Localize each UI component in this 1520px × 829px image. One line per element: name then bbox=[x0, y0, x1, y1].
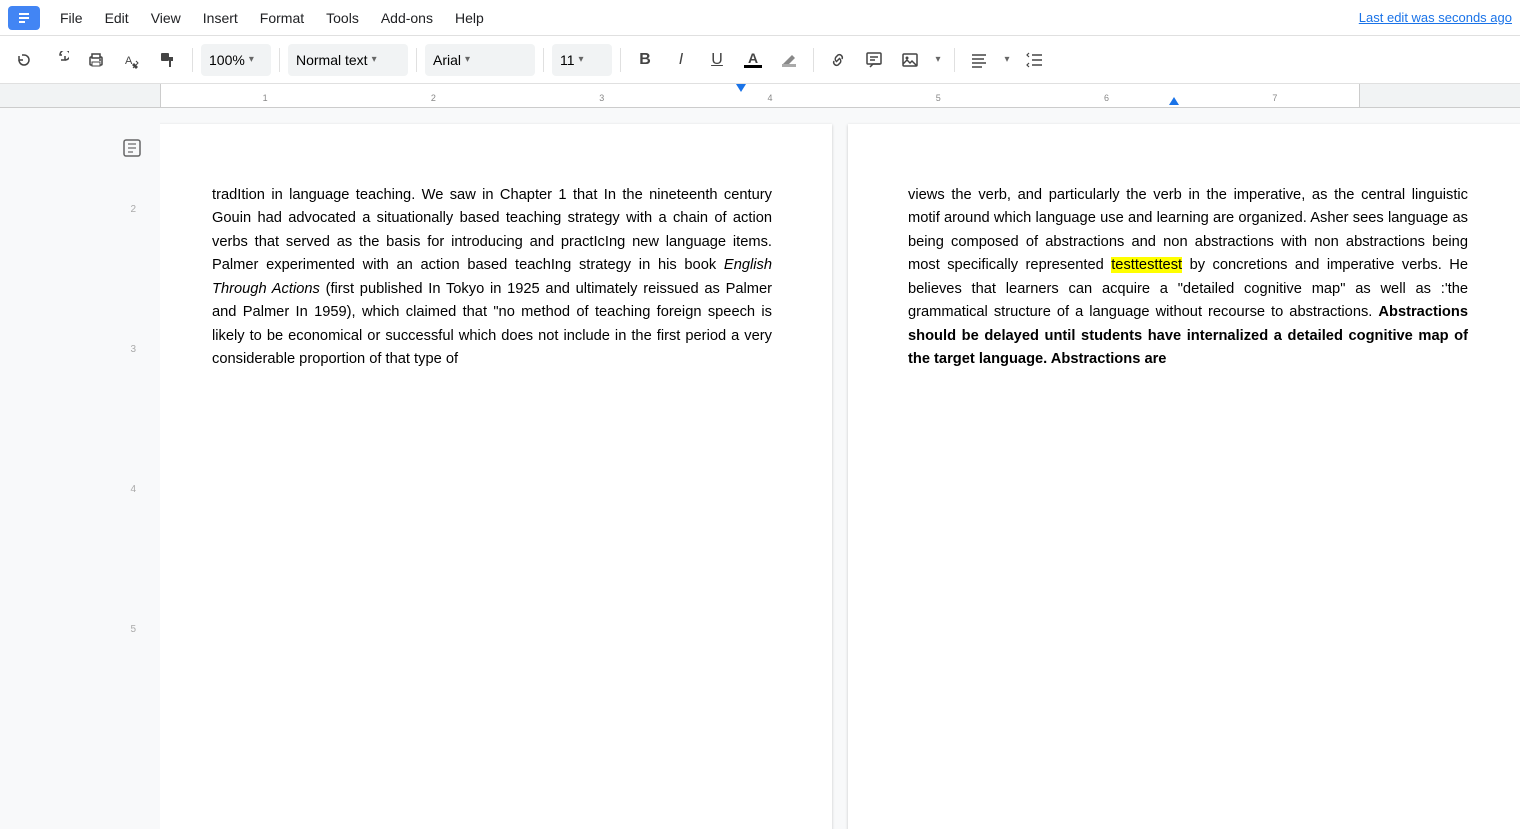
margin-num-3: 3 bbox=[130, 344, 136, 355]
ruler: 1 2 3 4 5 6 7 bbox=[0, 84, 1520, 108]
paint-format-button[interactable] bbox=[152, 44, 184, 76]
menu-edit[interactable]: Edit bbox=[95, 6, 139, 30]
style-value: Normal text bbox=[296, 52, 368, 68]
italic-button[interactable]: I bbox=[665, 44, 697, 76]
insert-image-button[interactable] bbox=[894, 44, 926, 76]
underline-button[interactable]: U bbox=[701, 44, 733, 76]
text-style-dropdown[interactable]: Normal text ▾ bbox=[288, 44, 408, 76]
highlight-button[interactable] bbox=[773, 44, 805, 76]
font-value: Arial bbox=[433, 52, 461, 68]
pages-container: tradItion in language teaching. We saw i… bbox=[160, 108, 1520, 829]
menu-tools[interactable]: Tools bbox=[316, 6, 369, 30]
link-button[interactable] bbox=[822, 44, 854, 76]
separator-3 bbox=[416, 48, 417, 72]
undo-button[interactable] bbox=[8, 44, 40, 76]
toolbar: A 100% ▾ Normal text ▾ Arial ▾ 11 ▾ B I bbox=[0, 36, 1520, 84]
right-page-text[interactable]: views the verb, and particularly the ver… bbox=[908, 184, 1468, 372]
bold-section: Abstractions should be delayed until stu… bbox=[908, 304, 1468, 367]
left-page[interactable]: tradItion in language teaching. We saw i… bbox=[160, 124, 832, 829]
underline-label: U bbox=[711, 51, 723, 69]
insert-image-arrow[interactable]: ▾ bbox=[930, 44, 946, 76]
menu-file[interactable]: File bbox=[50, 6, 93, 30]
menu-addons[interactable]: Add-ons bbox=[371, 6, 443, 30]
align-arrow[interactable]: ▾ bbox=[999, 44, 1015, 76]
spellcheck-button[interactable]: A bbox=[116, 44, 148, 76]
font-color-button[interactable]: A bbox=[737, 44, 769, 76]
separator-7 bbox=[954, 48, 955, 72]
right-page[interactable]: views the verb, and particularly the ver… bbox=[848, 124, 1520, 829]
right-indent[interactable] bbox=[1169, 97, 1179, 105]
margin-num-4: 4 bbox=[130, 484, 136, 495]
font-color-label: A bbox=[748, 51, 758, 65]
svg-text:A: A bbox=[125, 55, 133, 67]
size-value: 11 bbox=[560, 52, 575, 68]
bold-button[interactable]: B bbox=[629, 44, 661, 76]
main-area: 2 3 4 5 tradItion in language teaching. … bbox=[0, 108, 1520, 829]
italic-title-1: English Through Actions bbox=[212, 257, 772, 296]
ruler-white: 1 2 3 4 5 6 7 bbox=[160, 84, 1360, 107]
menu-view[interactable]: View bbox=[141, 6, 191, 30]
left-page-text[interactable]: tradItion in language teaching. We saw i… bbox=[212, 184, 772, 372]
zoom-dropdown[interactable]: 100% ▾ bbox=[201, 44, 271, 76]
menu-insert[interactable]: Insert bbox=[193, 6, 248, 30]
line-spacing-button[interactable] bbox=[1019, 44, 1051, 76]
zoom-value: 100% bbox=[209, 52, 245, 68]
align-button[interactable] bbox=[963, 44, 995, 76]
redo-button[interactable] bbox=[44, 44, 76, 76]
menu-help[interactable]: Help bbox=[445, 6, 494, 30]
app-icon[interactable] bbox=[8, 6, 40, 30]
style-arrow: ▾ bbox=[372, 54, 377, 65]
zoom-arrow: ▾ bbox=[249, 54, 254, 65]
menu-format[interactable]: Format bbox=[250, 6, 314, 30]
last-edit-status[interactable]: Last edit was seconds ago bbox=[1359, 10, 1512, 25]
separator-5 bbox=[620, 48, 621, 72]
font-size-dropdown[interactable]: 11 ▾ bbox=[552, 44, 612, 76]
separator-1 bbox=[192, 48, 193, 72]
font-dropdown[interactable]: Arial ▾ bbox=[425, 44, 535, 76]
font-arrow: ▾ bbox=[465, 54, 470, 65]
margin-num-2: 2 bbox=[130, 204, 136, 215]
separator-4 bbox=[543, 48, 544, 72]
font-color-bar bbox=[744, 65, 762, 68]
highlighted-word: testtesttest bbox=[1111, 257, 1182, 273]
menu-bar: File Edit View Insert Format Tools Add-o… bbox=[0, 0, 1520, 36]
insert-comment-button[interactable] bbox=[858, 44, 890, 76]
separator-6 bbox=[813, 48, 814, 72]
left-indent-top[interactable] bbox=[736, 84, 746, 92]
print-button[interactable] bbox=[80, 44, 112, 76]
size-arrow: ▾ bbox=[579, 54, 584, 65]
margin-num-5: 5 bbox=[130, 624, 136, 635]
outline-icon[interactable] bbox=[116, 132, 148, 164]
separator-2 bbox=[279, 48, 280, 72]
left-gutter: 2 3 4 5 bbox=[0, 108, 160, 829]
document-area[interactable]: tradItion in language teaching. We saw i… bbox=[160, 108, 1520, 829]
